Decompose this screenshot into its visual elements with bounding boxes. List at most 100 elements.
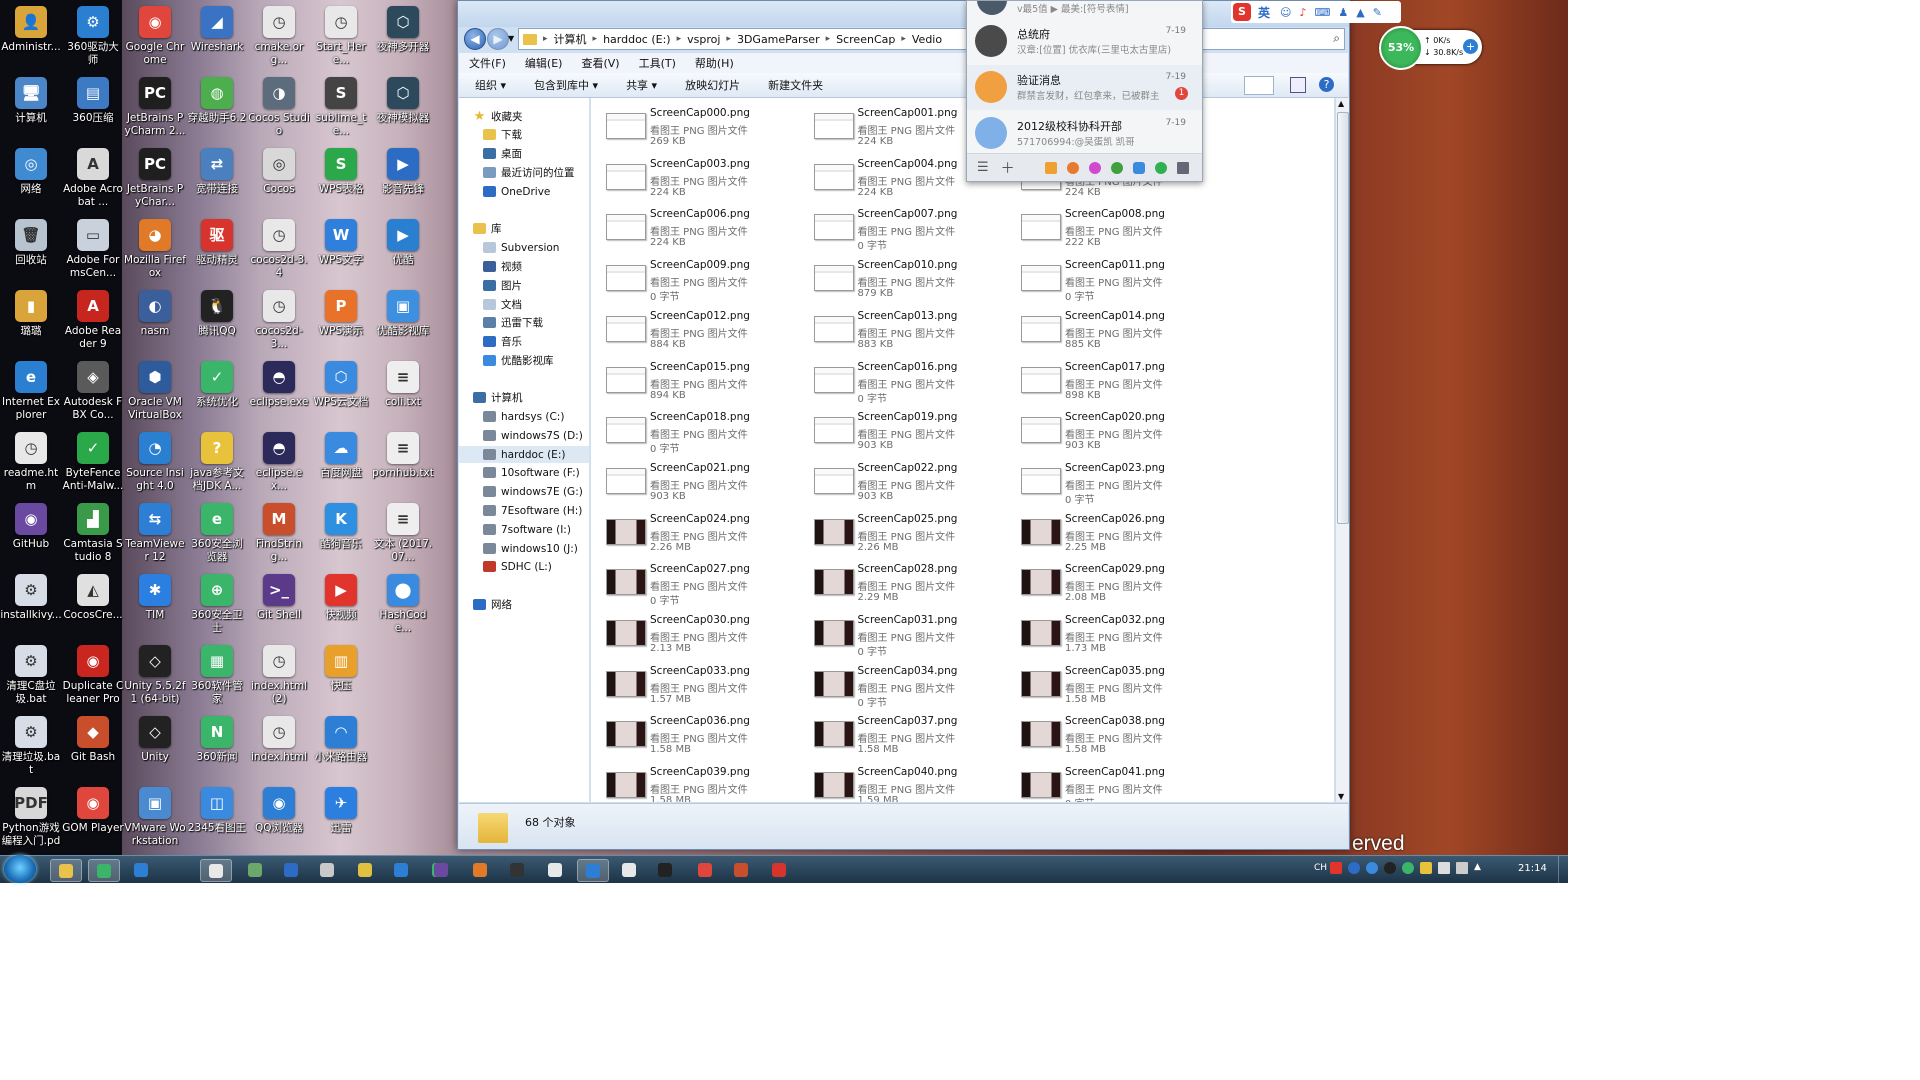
desktop-icon[interactable]: ◉ GOM Player xyxy=(62,787,124,835)
taskbar-app-button[interactable] xyxy=(540,859,570,880)
toolbar-button[interactable]: 包含到库中 ▾ xyxy=(518,77,610,93)
nav-item[interactable]: 7Esoftware (H:) xyxy=(459,502,589,519)
help-icon[interactable]: ? xyxy=(1319,77,1334,92)
desktop-icon[interactable]: e 360安全浏览器 xyxy=(186,503,248,564)
file-item[interactable]: ScreenCap024.png 看图王 PNG 图片文件 2.26 MB xyxy=(594,506,799,554)
nav-item[interactable]: 迅雷下载 xyxy=(459,314,589,331)
desktop-icon[interactable]: Ssublime_te... xyxy=(310,77,372,138)
desktop-icon[interactable]: ◉ QQ浏览器 xyxy=(248,787,310,835)
desktop-icon[interactable]: ⇆ TeamViewer 12 xyxy=(124,503,186,564)
clock[interactable]: 21:14 xyxy=(1518,863,1547,874)
desktop-icon[interactable]: PC JetBrains PyCharm 2... xyxy=(124,77,186,138)
desktop-icon[interactable]: ▶ 优酷 xyxy=(372,219,434,267)
desktop-icon[interactable]: ◭ CocosCre... xyxy=(62,574,124,622)
skin-icon[interactable]: ▲ xyxy=(1356,6,1364,19)
file-item[interactable]: ScreenCap031.png 看图王 PNG 图片文件 0 字节 xyxy=(802,607,1007,658)
vertical-scrollbar[interactable]: ▲ ▼ xyxy=(1335,98,1349,802)
taskbar-app-button[interactable] xyxy=(88,859,120,882)
nav-item[interactable]: 7software (I:) xyxy=(459,521,589,538)
desktop-icon[interactable]: ◷ cocos2d-3.4 xyxy=(248,219,310,280)
search-icon[interactable]: ⌕ xyxy=(1333,31,1340,46)
breadcrumb-chevron-icon[interactable]: ▸ xyxy=(675,34,684,44)
desktop-icon[interactable]: ⬡ WPS云文档 xyxy=(310,361,372,409)
desktop-icon[interactable]: 🐧 腾讯QQ xyxy=(186,290,248,338)
desktop-icon[interactable]: 🗑 回收站 xyxy=(0,219,62,267)
nav-item[interactable]: 网络 xyxy=(459,596,589,613)
desktop-icon[interactable]: ◇ Unity 5.5.2f1 (64-bit) xyxy=(124,645,186,706)
file-item[interactable]: ScreenCap009.png 看图王 PNG 图片文件 0 字节 xyxy=(594,252,799,303)
file-item[interactable]: ScreenCap037.png 看图王 PNG 图片文件 1.58 MB xyxy=(802,708,1007,756)
microphone-icon[interactable]: ♪ xyxy=(1299,6,1306,19)
desktop-icon[interactable]: >_ Git Shell xyxy=(248,574,310,622)
settings-icon[interactable]: ✎ xyxy=(1373,6,1382,19)
desktop-icon[interactable]: ▣ 优酷影视库 xyxy=(372,290,434,338)
toolbar-button[interactable]: 共享 ▾ xyxy=(610,77,669,93)
file-item[interactable]: ScreenCap039.png 看图王 PNG 图片文件 1.58 MB xyxy=(594,759,799,802)
scroll-down-icon[interactable]: ▼ xyxy=(1338,792,1344,801)
desktop-icon[interactable]: ⚙ installkivy... xyxy=(0,574,62,622)
desktop-icon[interactable]: ☁ 百度网盘 xyxy=(310,432,372,480)
desktop-icon[interactable]: ≡ 文本 (2017.07... xyxy=(372,503,434,564)
desktop-icon[interactable]: ⊕ 360安全卫士 xyxy=(186,574,248,635)
file-item[interactable]: ScreenCap030.png 看图王 PNG 图片文件 2.13 MB xyxy=(594,607,799,655)
nav-item[interactable]: 10software (F:) xyxy=(459,464,589,481)
add-icon[interactable]: ＋ xyxy=(1001,158,1015,178)
taskbar-app-button[interactable] xyxy=(577,859,609,882)
toolbar-button[interactable]: 组织 ▾ xyxy=(459,77,518,93)
file-item[interactable]: ScreenCap000.png 看图王 PNG 图片文件 269 KB xyxy=(594,100,799,148)
breadcrumb-item[interactable]: ScreenCap xyxy=(832,33,899,46)
qq-tray-icon[interactable] xyxy=(1384,862,1396,874)
sogou-logo-icon[interactable]: S xyxy=(1233,3,1251,21)
desktop-icon[interactable]: 驱驱动精灵 xyxy=(186,219,248,267)
desktop-icon[interactable]: ◷ index.html xyxy=(248,716,310,764)
nav-item[interactable]: 文档 xyxy=(459,296,589,313)
file-item[interactable]: ScreenCap033.png 看图王 PNG 图片文件 1.57 MB xyxy=(594,658,799,706)
nav-item[interactable]: windows7E (G:) xyxy=(459,483,589,500)
breadcrumb-chevron-icon[interactable]: ▸ xyxy=(899,34,908,44)
nav-item[interactable]: SDHC (L:) xyxy=(459,558,589,575)
desktop-icon[interactable]: e Internet Explorer xyxy=(0,361,62,422)
desktop-icon[interactable]: ⚙ 清理C盘垃圾.bat xyxy=(0,645,62,706)
desktop-icon[interactable]: ◈ Autodesk FBX Co... xyxy=(62,361,124,422)
desktop-icon[interactable]: ◍ 穿越助手6.2 xyxy=(186,77,248,125)
app-icon-mail[interactable] xyxy=(1044,161,1057,174)
desktop-icon[interactable]: ◎ 网络 xyxy=(0,148,62,196)
desktop-icon[interactable]: ◉ Duplicate Cleaner Pro xyxy=(62,645,124,706)
taskbar-app-button[interactable] xyxy=(350,859,380,880)
qq-conversation[interactable]: 总统府 7-19 汉章:[位置] 优衣库(三里屯太古里店) xyxy=(967,19,1202,64)
desktop-icon[interactable]: ◑ Cocos Studio xyxy=(248,77,310,138)
file-item[interactable]: ScreenCap040.png 看图王 PNG 图片文件 1.59 MB xyxy=(802,759,1007,802)
file-item[interactable]: ScreenCap020.png 看图王 PNG 图片文件 903 KB xyxy=(1009,404,1214,452)
360-tray-icon[interactable] xyxy=(1402,862,1414,874)
desktop-icon[interactable]: N 360新闻 xyxy=(186,716,248,764)
file-item[interactable]: ScreenCap006.png 看图王 PNG 图片文件 224 KB xyxy=(594,201,799,249)
taskbar-app-button[interactable] xyxy=(240,859,270,880)
desktop-icon[interactable]: ⚙ 360驱动大师 xyxy=(62,6,124,67)
language-indicator[interactable]: CH xyxy=(1314,863,1327,873)
desktop-icon[interactable]: ▶ 影音先锋 xyxy=(372,148,434,196)
nav-item[interactable]: Subversion xyxy=(459,239,589,256)
sogou-tray-icon[interactable] xyxy=(1330,862,1342,874)
taskbar-app-button[interactable] xyxy=(200,859,232,882)
file-item[interactable]: ScreenCap032.png 看图王 PNG 图片文件 1.73 MB xyxy=(1009,607,1214,655)
nav-item[interactable]: 计算机 xyxy=(459,389,589,406)
desktop-icon[interactable]: A Adobe Acrobat ... xyxy=(62,148,124,209)
desktop-icon[interactable]: ▦ 360软件管家 xyxy=(186,645,248,706)
nav-item[interactable]: 优酷影视库 xyxy=(459,352,589,369)
nav-item[interactable]: 最近访问的位置 xyxy=(459,164,589,181)
menu-icon[interactable]: ☰ xyxy=(977,160,989,175)
desktop-icon[interactable]: ⇄ 宽带连接 xyxy=(186,148,248,196)
nav-item[interactable]: harddoc (E:) xyxy=(459,446,589,463)
user-icon[interactable]: ♟ xyxy=(1338,6,1348,19)
menu-item[interactable]: 帮助(H) xyxy=(685,55,743,71)
back-button[interactable]: ◀ xyxy=(464,28,486,50)
desktop-icon[interactable]: ◎ Cocos xyxy=(248,148,310,196)
desktop-icon[interactable]: M FindString... xyxy=(248,503,310,564)
breadcrumb-chevron-icon[interactable]: ▸ xyxy=(824,34,833,44)
security-tray-icon[interactable] xyxy=(1420,862,1432,874)
keyboard-icon[interactable]: ⌨ xyxy=(1315,6,1331,19)
file-item[interactable]: ScreenCap025.png 看图王 PNG 图片文件 2.26 MB xyxy=(802,506,1007,554)
nav-item[interactable]: 音乐 xyxy=(459,333,589,350)
file-item[interactable]: ScreenCap010.png 看图王 PNG 图片文件 879 KB xyxy=(802,252,1007,300)
desktop-icon[interactable]: ◷ Start_Here... xyxy=(310,6,372,67)
